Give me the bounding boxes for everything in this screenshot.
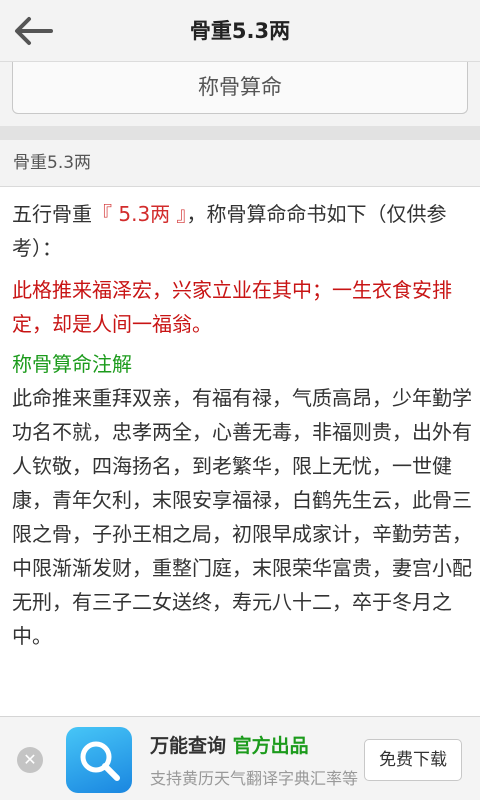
search-magnifier-icon (80, 741, 120, 781)
back-arrow-icon (15, 17, 53, 45)
weight-highlight: 『 5.3两 』 (92, 202, 187, 226)
download-button[interactable]: 免费下载 (364, 739, 462, 781)
back-button[interactable] (8, 8, 58, 54)
annotation-title: 称骨算命注解 (12, 352, 132, 376)
action-area: 称骨算命 (0, 62, 480, 126)
page-title: 骨重5.3两 (189, 19, 291, 43)
ad-app-name: 万能查询 (150, 735, 227, 757)
intro-prefix: 五行骨重 (12, 202, 92, 226)
intro-text: 五行骨重『 5.3两 』，称骨算命命书如下（仅供参考）： (12, 197, 472, 265)
ad-description: 支持黄历天气翻译字典汇率等 (150, 769, 359, 788)
annotation-text: 此命推来重拜双亲，有福有禄，气质高昂，少年勤学功名不就，忠孝两全，心善无毒，非福… (12, 386, 472, 648)
fortune-content: 五行骨重『 5.3两 』，称骨算命命书如下（仅供参考）： 此格推来福泽宏，兴家立… (12, 197, 472, 653)
app-logo[interactable] (66, 727, 132, 793)
ad-close-icon[interactable]: ✕ (17, 747, 43, 773)
section-divider (0, 126, 480, 140)
section-heading: 骨重5.3两 (0, 140, 480, 187)
ad-banner[interactable]: ✕ 万能查询 官方出品 支持黄历天气翻译字典汇率等 免费下载 (0, 716, 480, 800)
ad-tag: 官方出品 (232, 735, 309, 757)
fortune-verse: 此格推来福泽宏，兴家立业在其中；一生衣食安排定，却是人间一福翁。 (12, 278, 452, 336)
top-bar: 骨重5.3两 (0, 0, 480, 62)
chenggu-button[interactable]: 称骨算命 (12, 62, 468, 114)
ad-title: 万能查询 官方出品 (150, 731, 309, 758)
